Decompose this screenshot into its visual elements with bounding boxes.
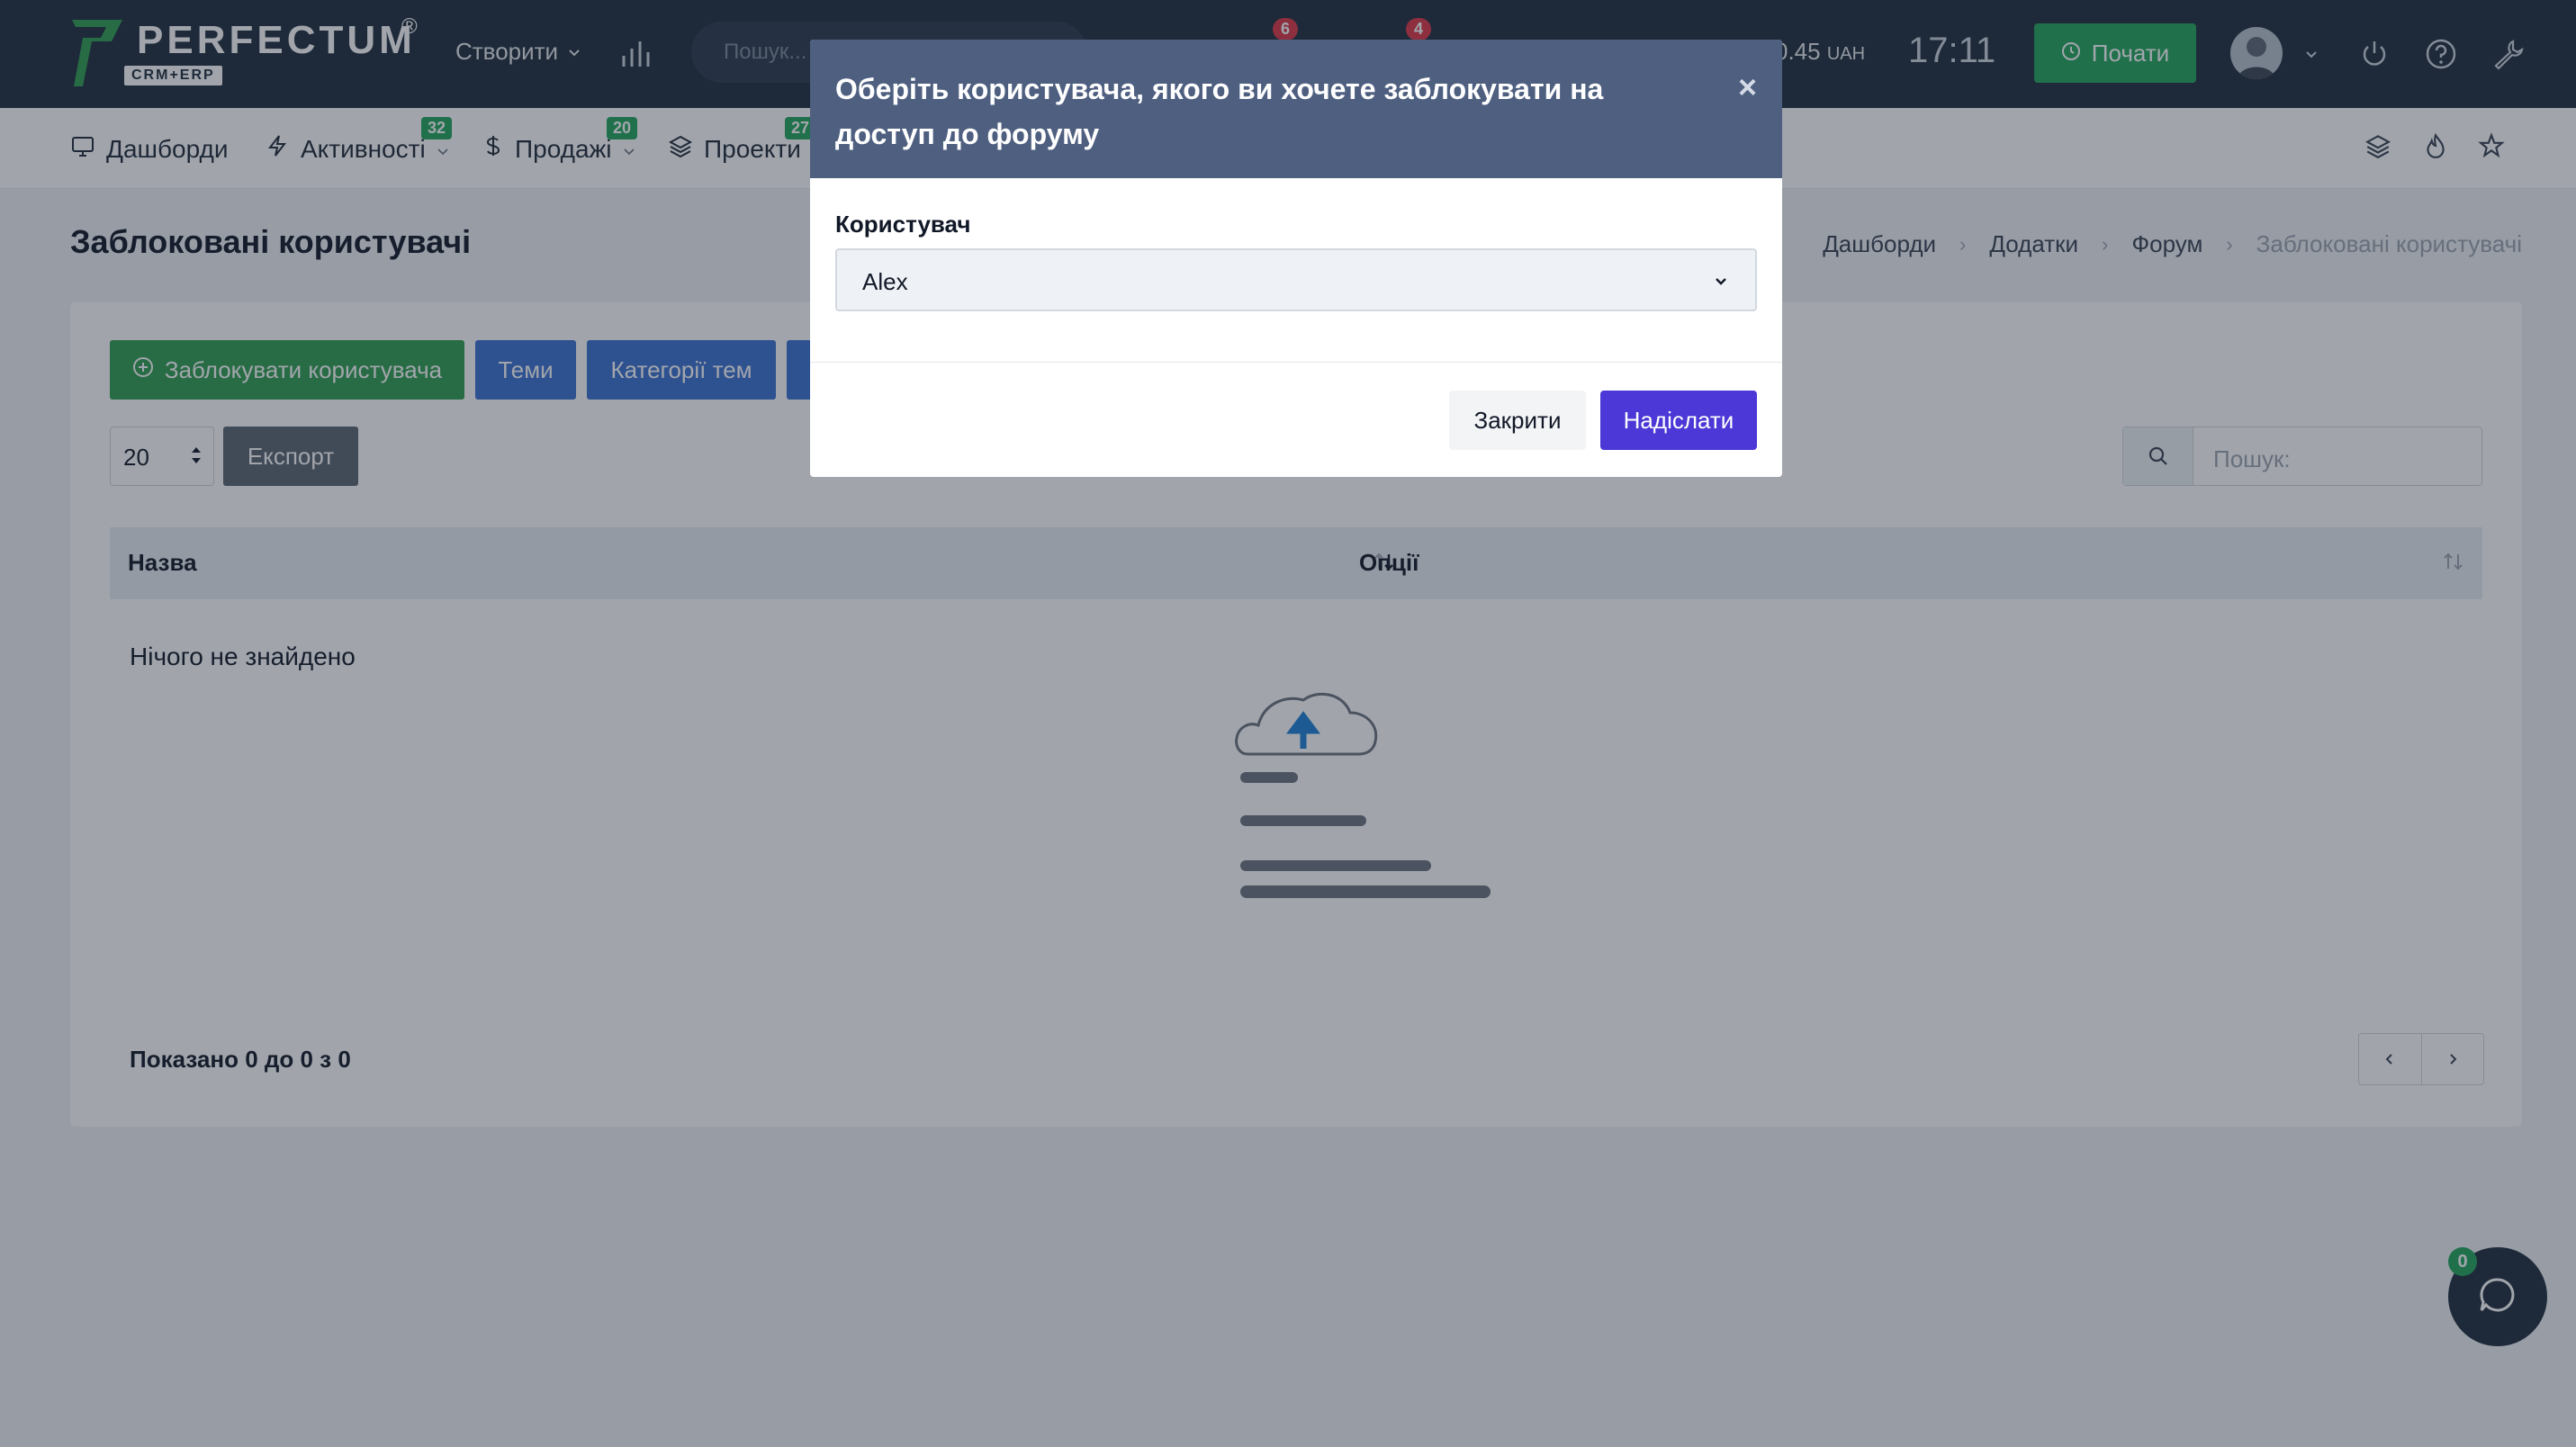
modal-divider [810, 362, 1782, 363]
modal-title: Оберіть користувача, якого ви хочете заб… [835, 73, 1604, 150]
block-user-modal: Оберіть користувача, якого ви хочете заб… [810, 40, 1782, 477]
user-select[interactable]: Alex [835, 248, 1757, 311]
user-select-value: Alex [862, 268, 908, 295]
chevron-down-icon [1712, 268, 1730, 296]
close-button[interactable]: Закрити [1449, 391, 1586, 450]
user-field-label: Користувач [835, 211, 971, 238]
close-icon[interactable]: × [1738, 68, 1757, 106]
modal-header: Оберіть користувача, якого ви хочете заб… [810, 40, 1782, 178]
submit-button[interactable]: Надіслати [1600, 391, 1757, 450]
